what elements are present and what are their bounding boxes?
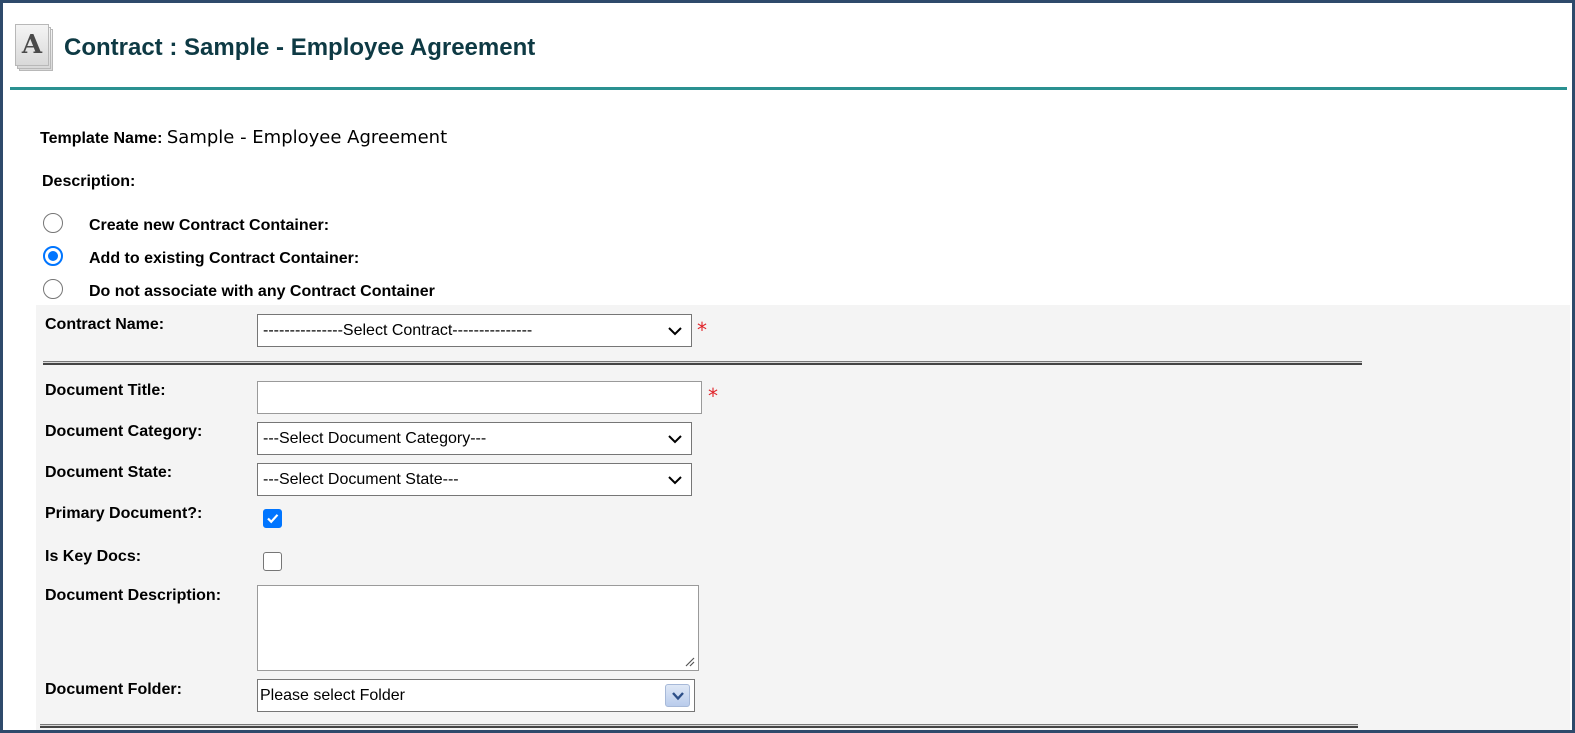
is-key-docs-checkbox[interactable] — [263, 552, 282, 571]
contract-name-label: Contract Name: — [45, 316, 165, 333]
document-state-label: Document State: — [45, 464, 173, 481]
chevron-down-icon — [668, 435, 682, 444]
section-divider — [43, 361, 1362, 365]
is-key-docs-label: Is Key Docs: — [45, 548, 142, 565]
radio-add-existing-container[interactable]: Add to existing Contract Container: — [43, 244, 359, 268]
chevron-down-icon — [668, 476, 682, 485]
app-frame: A Contract : Sample - Employee Agreement… — [0, 0, 1575, 733]
radio-button-selected[interactable] — [43, 246, 63, 266]
document-state-select[interactable]: ---Select Document State--- — [257, 463, 692, 496]
page-header: A Contract : Sample - Employee Agreement — [10, 6, 1567, 90]
document-category-label: Document Category: — [45, 423, 203, 440]
document-category-selected-value: ---Select Document Category--- — [263, 429, 487, 447]
radio-label: Do not associate with any Contract Conta… — [89, 283, 435, 300]
primary-document-label: Primary Document?: — [45, 505, 203, 522]
document-category-select[interactable]: ---Select Document Category--- — [257, 422, 692, 455]
folder-dropdown-button[interactable] — [665, 684, 690, 707]
document-folder-label: Document Folder: — [45, 681, 182, 698]
section-divider — [40, 724, 1358, 728]
template-name-row: Template Name: Sample - Employee Agreeme… — [40, 127, 447, 148]
template-name-label: Template Name: — [40, 130, 163, 147]
required-marker: * — [697, 318, 707, 342]
template-name-value: Sample - Employee Agreement — [166, 127, 448, 148]
primary-document-checkbox[interactable] — [263, 509, 282, 528]
radio-create-new-container[interactable]: Create new Contract Container: — [43, 211, 329, 235]
chevron-down-icon — [672, 692, 684, 701]
document-folder-selected-value: Please select Folder — [260, 686, 405, 704]
logo-letter: A — [15, 24, 49, 66]
page-title: Contract : Sample - Employee Agreement — [64, 34, 536, 61]
radio-button[interactable] — [43, 279, 63, 299]
contract-name-selected-value: ---------------Select Contract----------… — [263, 321, 533, 339]
radio-no-container[interactable]: Do not associate with any Contract Conta… — [43, 277, 435, 301]
radio-label: Create new Contract Container: — [89, 217, 330, 234]
document-form-panel: Contract Name: ---------------Select Con… — [36, 305, 1570, 730]
contract-name-select[interactable]: ---------------Select Contract----------… — [257, 314, 692, 347]
document-state-selected-value: ---Select Document State--- — [263, 470, 459, 488]
document-a-icon: A — [15, 24, 53, 72]
description-label: Description: — [42, 173, 136, 190]
resize-grip-icon[interactable] — [683, 655, 695, 667]
document-title-label: Document Title: — [45, 382, 166, 399]
document-description-label: Document Description: — [45, 587, 222, 604]
radio-button[interactable] — [43, 213, 63, 233]
document-description-textarea[interactable] — [257, 585, 699, 671]
required-marker: * — [708, 384, 718, 408]
chevron-down-icon — [668, 327, 682, 336]
radio-label: Add to existing Contract Container: — [89, 250, 360, 267]
document-title-input[interactable] — [257, 381, 702, 414]
check-icon — [267, 514, 279, 524]
document-folder-select[interactable]: Please select Folder — [257, 679, 695, 712]
